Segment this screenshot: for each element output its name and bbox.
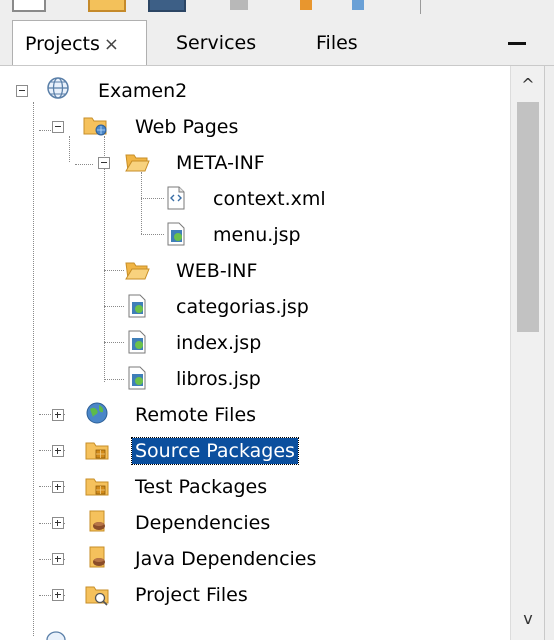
jsp-file-icon bbox=[128, 366, 146, 390]
library-jar-icon bbox=[89, 546, 105, 568]
undo-icon[interactable] bbox=[230, 0, 248, 10]
tree-item-context-xml[interactable]: context.xml bbox=[0, 184, 500, 218]
tab-projects-label: Projects bbox=[25, 33, 100, 55]
scrollbar-thumb[interactable] bbox=[517, 102, 539, 332]
tree-item-test-packages[interactable]: Test Packages bbox=[0, 472, 500, 506]
expand-toggle-icon[interactable] bbox=[52, 553, 64, 565]
tree-item-web-pages[interactable]: Web Pages bbox=[0, 112, 500, 146]
expand-toggle-icon[interactable] bbox=[52, 589, 64, 601]
tree-item-label: Web Pages bbox=[135, 116, 239, 138]
collapse-toggle-icon[interactable] bbox=[16, 85, 28, 97]
tree-item-label: index.jsp bbox=[176, 332, 262, 354]
tab-close-icon[interactable]: × bbox=[104, 30, 119, 60]
scroll-up-icon[interactable]: ^ bbox=[511, 70, 545, 100]
collapse-toggle-icon[interactable] bbox=[52, 121, 64, 133]
open-project-icon[interactable] bbox=[88, 0, 126, 12]
tree-item-menu-jsp[interactable]: menu.jsp bbox=[0, 220, 500, 254]
web-folder-icon bbox=[83, 117, 107, 136]
scroll-down-icon[interactable]: v bbox=[511, 604, 545, 634]
package-folder-icon bbox=[85, 478, 109, 496]
save-icon[interactable] bbox=[148, 0, 186, 12]
tree-item-project-root[interactable]: Examen2 bbox=[0, 76, 500, 110]
tree-item-dependencies[interactable]: Dependencies bbox=[0, 508, 500, 542]
library-jar-icon bbox=[89, 510, 105, 532]
tree-item-label: Dependencies bbox=[135, 512, 271, 534]
tree-item-label: Test Packages bbox=[135, 476, 268, 498]
collapse-toggle-icon[interactable] bbox=[98, 157, 110, 169]
jsp-file-icon bbox=[128, 330, 146, 354]
open-folder-icon bbox=[125, 154, 150, 172]
minimize-window-icon[interactable] bbox=[508, 42, 526, 45]
tree-item-label: Examen2 bbox=[98, 80, 188, 102]
tree-item-remote-files[interactable]: Remote Files bbox=[0, 400, 500, 434]
tree-item-label: META-INF bbox=[176, 152, 265, 174]
next-project-peek bbox=[0, 626, 200, 640]
build-icon[interactable] bbox=[300, 0, 312, 10]
tree-item-index-jsp[interactable]: index.jsp bbox=[0, 328, 500, 362]
tree-item-label: categorias.jsp bbox=[176, 296, 309, 318]
new-file-icon[interactable] bbox=[12, 0, 46, 12]
toolbar-separator bbox=[420, 0, 421, 14]
tree-item-label: context.xml bbox=[213, 188, 326, 210]
tab-projects[interactable]: Projects × bbox=[12, 20, 147, 66]
tree-item-label: Java Dependencies bbox=[135, 548, 317, 570]
globe-project-icon bbox=[46, 631, 66, 640]
tree-item-label: menu.jsp bbox=[213, 224, 301, 246]
tree-item-libros-jsp[interactable]: libros.jsp bbox=[0, 364, 500, 398]
xml-file-icon bbox=[167, 186, 185, 210]
globe-project-icon bbox=[47, 77, 69, 99]
clean-build-icon[interactable] bbox=[352, 0, 364, 10]
tree-item-source-packages[interactable]: Source Packages bbox=[0, 436, 500, 470]
expand-toggle-icon[interactable] bbox=[52, 517, 64, 529]
project-tree: Examen2 Web Pages META-INF context.xml m… bbox=[0, 66, 510, 640]
tree-item-label: Remote Files bbox=[135, 404, 257, 426]
tree-item-web-inf[interactable]: WEB-INF bbox=[0, 256, 500, 290]
expand-toggle-icon[interactable] bbox=[52, 445, 64, 457]
tree-item-categorias-jsp[interactable]: categorias.jsp bbox=[0, 292, 500, 326]
expand-toggle-icon[interactable] bbox=[52, 481, 64, 493]
remote-globe-icon bbox=[86, 402, 108, 424]
tree-item-project-files[interactable]: Project Files bbox=[0, 580, 500, 614]
open-folder-icon bbox=[125, 262, 150, 280]
editor-edge bbox=[544, 66, 554, 640]
jsp-file-icon bbox=[167, 222, 185, 246]
tree-item-java-dependencies[interactable]: Java Dependencies bbox=[0, 544, 500, 578]
project-files-folder-icon bbox=[85, 586, 109, 606]
jsp-file-icon bbox=[128, 294, 146, 318]
tree-item-label: WEB-INF bbox=[176, 260, 258, 282]
expand-toggle-icon[interactable] bbox=[52, 409, 64, 421]
tree-item-meta-inf[interactable]: META-INF bbox=[0, 148, 500, 182]
tree-item-label: Project Files bbox=[135, 584, 248, 606]
package-folder-icon bbox=[85, 442, 109, 460]
toolbar-strip bbox=[0, 0, 554, 16]
tree-item-label: libros.jsp bbox=[176, 368, 261, 390]
vertical-scrollbar[interactable]: ^ v bbox=[510, 66, 545, 640]
tree-item-label-selected: Source Packages bbox=[131, 437, 299, 465]
